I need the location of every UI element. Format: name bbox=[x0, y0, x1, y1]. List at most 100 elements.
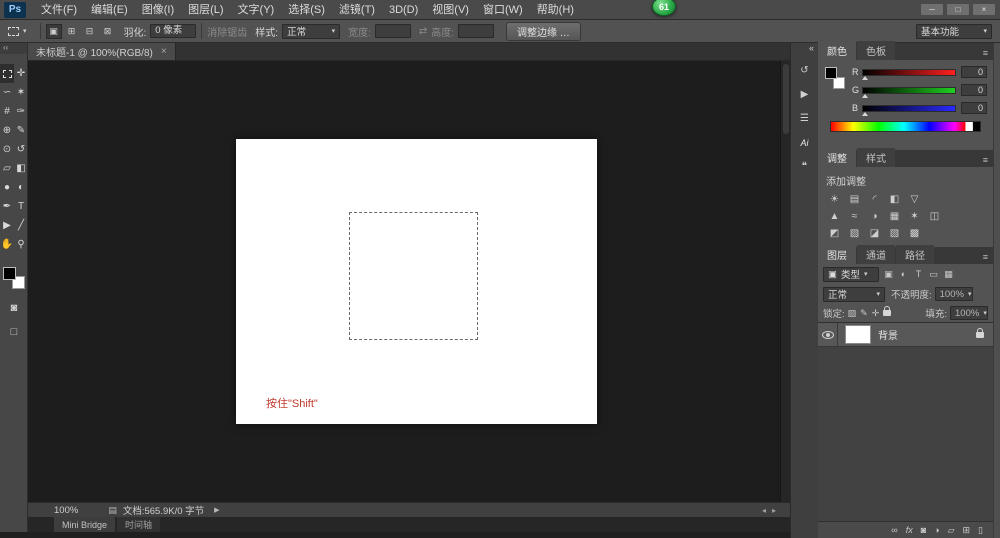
menu-item-layer[interactable]: 图层(L) bbox=[181, 0, 230, 20]
layer-thumbnail[interactable] bbox=[845, 325, 871, 344]
tool-hand[interactable]: ✋ bbox=[0, 235, 14, 254]
black-white-icon[interactable]: ◑ bbox=[866, 209, 883, 223]
tool-rectangular-marquee[interactable] bbox=[0, 64, 14, 83]
threshold-icon[interactable]: ◪ bbox=[866, 226, 883, 240]
tab-mini-bridge[interactable]: Mini Bridge bbox=[54, 517, 115, 532]
exposure-icon[interactable]: ◧ bbox=[886, 192, 903, 206]
visibility-toggle[interactable] bbox=[818, 323, 838, 346]
hue-saturation-icon[interactable]: ▲ bbox=[826, 209, 843, 223]
scroll-right-icon[interactable]: ▸ bbox=[772, 506, 776, 515]
filter-kind-dropdown[interactable]: ▣ 类型 ▾ bbox=[823, 267, 879, 282]
menu-item-select[interactable]: 选择(S) bbox=[281, 0, 332, 20]
add-selection-icon[interactable]: ⊞ bbox=[64, 24, 80, 39]
tool-path-select[interactable]: ▶ bbox=[0, 216, 14, 235]
tab-layers[interactable]: 图层 bbox=[818, 245, 856, 264]
new-selection-icon[interactable]: ▣ bbox=[46, 24, 62, 39]
tab-styles[interactable]: 样式 bbox=[857, 148, 895, 167]
toolbar-collapse-icon[interactable]: ‹‹ bbox=[0, 43, 27, 54]
tab-channels[interactable]: 通道 bbox=[857, 245, 895, 264]
close-button[interactable]: × bbox=[972, 3, 996, 16]
green-slider[interactable] bbox=[862, 87, 956, 94]
vertical-scrollbar[interactable] bbox=[780, 61, 790, 502]
panel-menu-icon[interactable]: ≡ bbox=[978, 250, 993, 264]
tool-eyedropper[interactable]: ✑ bbox=[14, 102, 28, 121]
quick-mask-button[interactable]: ◙ bbox=[0, 302, 28, 314]
layer-style-icon[interactable]: fx bbox=[906, 525, 913, 535]
lock-all-icon[interactable] bbox=[883, 310, 891, 316]
screen-mode-button[interactable]: □ bbox=[0, 326, 28, 338]
menu-item-filter[interactable]: 滤镜(T) bbox=[332, 0, 382, 20]
new-layer-icon[interactable]: ⊞ bbox=[963, 525, 971, 536]
tab-swatches[interactable]: 色板 bbox=[857, 41, 895, 60]
opacity-field[interactable]: 100% ▾ bbox=[935, 287, 973, 301]
tab-color[interactable]: 颜色 bbox=[818, 41, 856, 60]
workspace-dropdown[interactable]: 基本功能 ▾ bbox=[916, 24, 992, 39]
tool-preset-picker[interactable]: ▾ bbox=[0, 20, 35, 42]
red-value-input[interactable]: 0 bbox=[961, 66, 987, 78]
tool-pen[interactable]: ✒ bbox=[0, 197, 14, 216]
tool-move[interactable]: ✛ bbox=[14, 64, 28, 83]
tool-healing-brush[interactable]: ⊕ bbox=[0, 121, 14, 140]
selective-color-icon[interactable]: ▩ bbox=[906, 226, 923, 240]
blue-value-input[interactable]: 0 bbox=[961, 102, 987, 114]
foreground-color-swatch[interactable] bbox=[825, 67, 837, 79]
properties-panel-icon[interactable]: ☰ bbox=[796, 111, 814, 126]
history-panel-icon[interactable]: ↺ bbox=[796, 63, 814, 78]
tool-blur[interactable]: ● bbox=[0, 178, 14, 197]
menu-item-type[interactable]: 文字(Y) bbox=[231, 0, 282, 20]
delete-layer-icon[interactable]: ▯ bbox=[978, 525, 983, 536]
menu-item-view[interactable]: 视图(V) bbox=[425, 0, 476, 20]
levels-icon[interactable]: ▤ bbox=[846, 192, 863, 206]
tool-history-brush[interactable]: ↺ bbox=[14, 140, 28, 159]
filter-adjustment-layers-icon[interactable]: ◐ bbox=[897, 268, 910, 281]
zoom-level[interactable]: 100% bbox=[54, 505, 78, 516]
color-balance-icon[interactable]: ≈ bbox=[846, 209, 863, 223]
tab-close-icon[interactable]: × bbox=[161, 46, 167, 57]
antialias-checkbox[interactable]: 消除锯齿 bbox=[207, 24, 247, 39]
tool-clone-stamp[interactable]: ⊙ bbox=[0, 140, 14, 159]
curves-icon[interactable]: ◜ bbox=[866, 192, 883, 206]
panel-color-swatches[interactable] bbox=[824, 66, 846, 90]
restore-button[interactable]: □ bbox=[946, 3, 970, 16]
red-slider[interactable] bbox=[862, 69, 956, 76]
tool-zoom[interactable]: ⚲ bbox=[14, 235, 28, 254]
lock-transparency-icon[interactable]: ▨ bbox=[848, 308, 857, 319]
illustrator-panel-icon[interactable]: Ai bbox=[796, 135, 814, 150]
tool-type[interactable]: T bbox=[14, 197, 28, 216]
tool-lasso[interactable]: ∽ bbox=[0, 83, 14, 102]
fill-field[interactable]: 100% ▾ bbox=[950, 306, 988, 320]
foreground-color-swatch[interactable] bbox=[3, 267, 16, 280]
canvas-area[interactable]: 按住"Shift" bbox=[28, 61, 790, 502]
height-input[interactable] bbox=[458, 24, 494, 38]
tool-magic-wand[interactable]: ✶ bbox=[14, 83, 28, 102]
tool-gradient[interactable]: ◧ bbox=[14, 159, 28, 178]
new-group-icon[interactable]: ▱ bbox=[948, 525, 955, 536]
color-lookup-icon[interactable]: ◫ bbox=[926, 209, 943, 223]
filter-shape-layers-icon[interactable]: ▭ bbox=[927, 268, 940, 281]
feather-input[interactable]: 0 像素 bbox=[150, 24, 196, 38]
document-canvas[interactable]: 按住"Shift" bbox=[236, 139, 597, 424]
menu-item-file[interactable]: 文件(F) bbox=[34, 0, 84, 20]
subtract-selection-icon[interactable]: ⊟ bbox=[82, 24, 98, 39]
dock-expand-icon[interactable]: « bbox=[791, 43, 818, 55]
foreground-background-colors[interactable] bbox=[2, 266, 26, 290]
adjustment-layer-icon[interactable]: ◑ bbox=[934, 525, 939, 535]
filter-pixel-layers-icon[interactable]: ▣ bbox=[882, 268, 895, 281]
minimize-button[interactable]: ─ bbox=[920, 3, 944, 16]
lock-position-icon[interactable]: ✛ bbox=[872, 308, 880, 319]
width-input[interactable] bbox=[375, 24, 411, 38]
swap-dimensions-icon[interactable]: ⇄ bbox=[419, 26, 427, 37]
tool-dodge[interactable]: ◐ bbox=[14, 178, 28, 197]
menu-item-help[interactable]: 帮助(H) bbox=[530, 0, 581, 20]
filter-type-layers-icon[interactable]: T bbox=[912, 268, 925, 281]
vertical-scrollbar-thumb[interactable] bbox=[783, 64, 789, 134]
menu-item-image[interactable]: 图像(I) bbox=[135, 0, 181, 20]
photo-filter-icon[interactable]: ▦ bbox=[886, 209, 903, 223]
menu-item-window[interactable]: 窗口(W) bbox=[476, 0, 530, 20]
style-dropdown[interactable]: 正常 ▾ bbox=[282, 24, 340, 39]
color-spectrum-ramp[interactable] bbox=[830, 121, 981, 132]
intersect-selection-icon[interactable]: ⊠ bbox=[100, 24, 116, 39]
panel-menu-icon[interactable]: ≡ bbox=[978, 153, 993, 167]
dock-edge-gutter[interactable] bbox=[993, 43, 1000, 538]
panel-menu-icon[interactable]: ≡ bbox=[978, 46, 993, 60]
